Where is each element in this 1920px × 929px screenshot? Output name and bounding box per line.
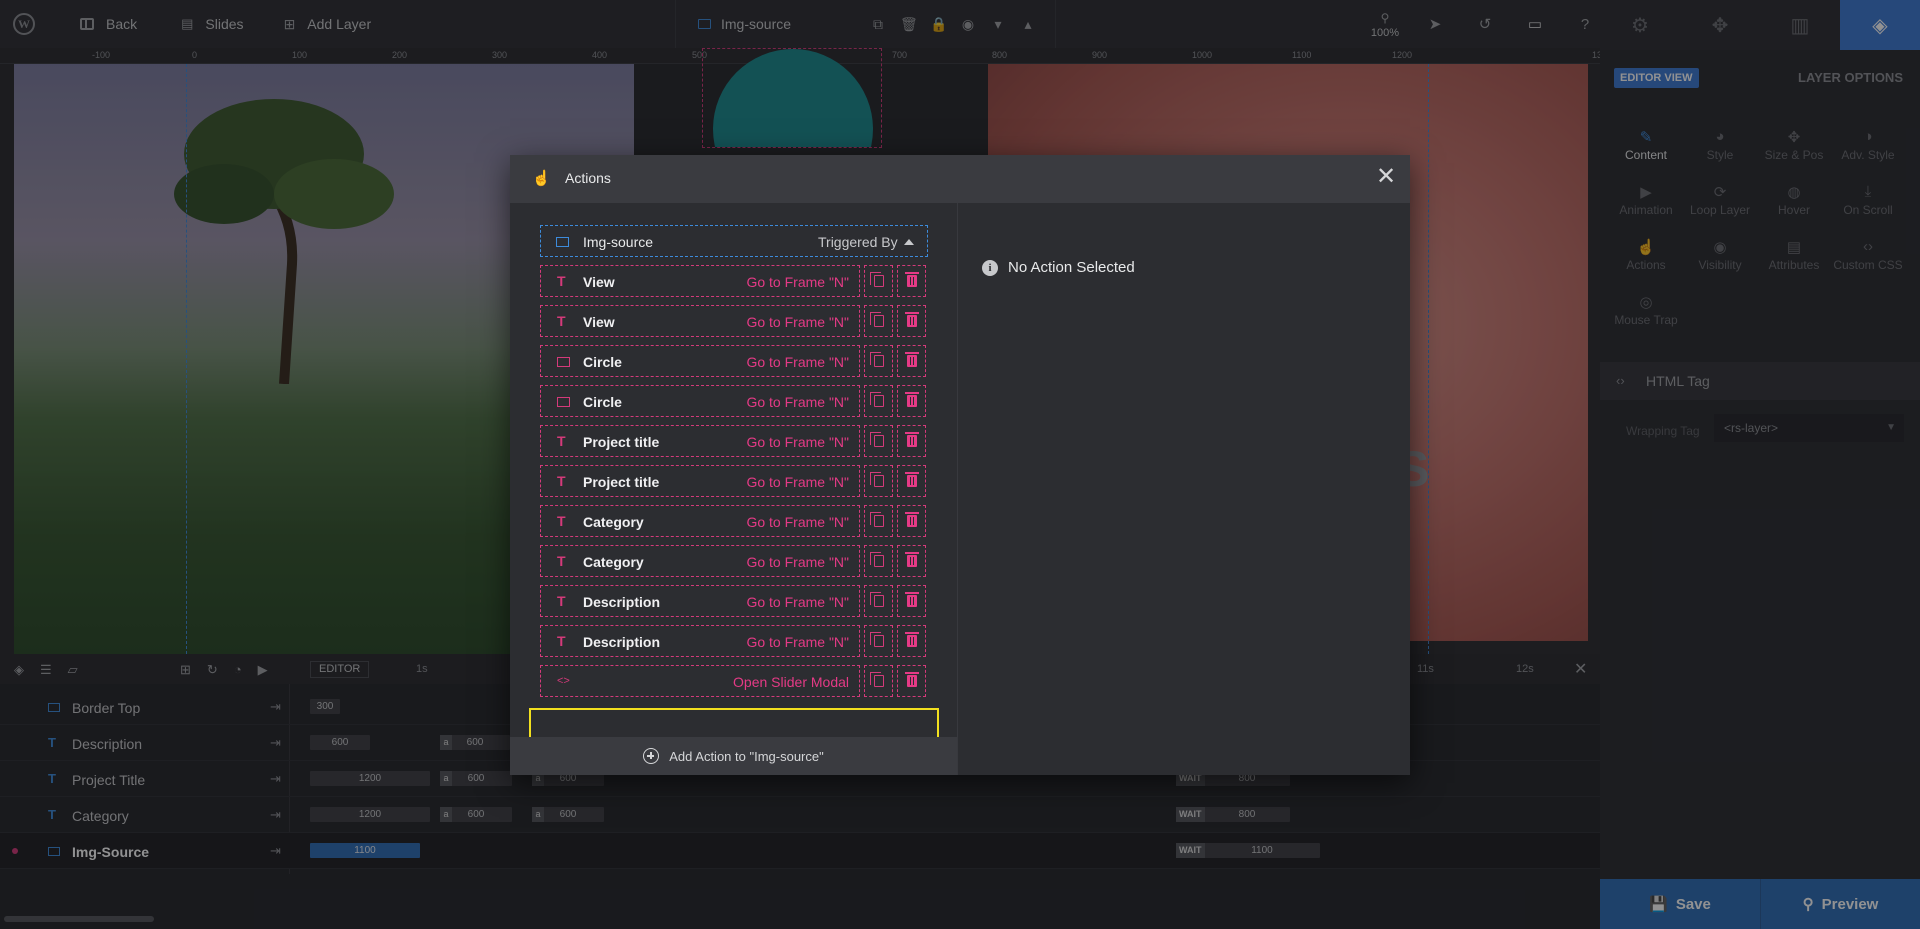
delete-action-button[interactable] (897, 385, 926, 417)
delete-action-button[interactable] (897, 425, 926, 457)
trash-icon (904, 632, 919, 647)
copy-icon (869, 312, 884, 327)
action-item[interactable]: Circle Go to Frame "N" (540, 385, 860, 417)
action-row[interactable]: Circle Go to Frame "N" (540, 345, 928, 377)
action-row[interactable]: T Project title Go to Frame "N" (540, 425, 928, 457)
copy-icon (869, 592, 884, 607)
duplicate-action-button[interactable] (864, 425, 893, 457)
text-layer-icon: T (557, 593, 566, 609)
delete-action-button[interactable] (897, 585, 926, 617)
trash-icon (904, 672, 919, 687)
no-action-message: i No Action Selected (982, 259, 1135, 276)
copy-icon (869, 352, 884, 367)
modal-title: Actions (565, 170, 611, 186)
modal-header: ☝ Actions ✕ (510, 155, 1410, 203)
duplicate-action-button[interactable] (864, 265, 893, 297)
text-layer-icon: T (557, 633, 566, 649)
delete-action-button[interactable] (897, 505, 926, 537)
close-icon[interactable]: ✕ (1376, 165, 1396, 189)
trigger-layer-row[interactable]: Img-source Triggered By (540, 225, 928, 257)
delete-action-button[interactable] (897, 665, 926, 697)
trash-icon (904, 552, 919, 567)
text-layer-icon: T (557, 433, 566, 449)
actions-modal: ☝ Actions ✕ Img-source Triggered By T Vie… (510, 155, 1410, 775)
shape-layer-icon (556, 237, 569, 247)
action-row[interactable]: <> Open Slider Modal (540, 665, 928, 697)
duplicate-action-button[interactable] (864, 585, 893, 617)
duplicate-action-button[interactable] (864, 505, 893, 537)
caret-up-icon (904, 239, 914, 245)
action-item[interactable]: T Category Go to Frame "N" (540, 545, 860, 577)
duplicate-action-button[interactable] (864, 345, 893, 377)
copy-icon (869, 392, 884, 407)
copy-icon (869, 632, 884, 647)
text-layer-icon: T (557, 273, 566, 289)
info-icon: i (982, 259, 998, 276)
copy-icon (869, 552, 884, 567)
text-layer-icon: T (557, 513, 566, 529)
duplicate-action-button[interactable] (864, 305, 893, 337)
trash-icon (904, 312, 919, 327)
copy-icon (869, 432, 884, 447)
duplicate-action-button[interactable] (864, 625, 893, 657)
copy-icon (869, 512, 884, 527)
action-item[interactable]: T View Go to Frame "N" (540, 265, 860, 297)
duplicate-action-button[interactable] (864, 665, 893, 697)
action-item[interactable]: Circle Go to Frame "N" (540, 345, 860, 377)
text-layer-icon: T (557, 313, 566, 329)
add-circle-icon (643, 748, 660, 764)
copy-icon (869, 472, 884, 487)
action-item[interactable]: T View Go to Frame "N" (540, 305, 860, 337)
duplicate-action-button[interactable] (864, 385, 893, 417)
trash-icon (904, 472, 919, 487)
action-row[interactable]: T Description Go to Frame "N" (540, 585, 928, 617)
add-action-button[interactable]: Add Action to "Img-source" (510, 737, 957, 775)
delete-action-button[interactable] (897, 625, 926, 657)
copy-icon (869, 272, 884, 287)
shape-layer-icon (557, 357, 570, 367)
action-item[interactable]: T Project title Go to Frame "N" (540, 425, 860, 457)
action-item[interactable]: T Description Go to Frame "N" (540, 585, 860, 617)
action-row[interactable]: T View Go to Frame "N" (540, 265, 928, 297)
trash-icon (904, 352, 919, 367)
delete-action-button[interactable] (897, 345, 926, 377)
text-layer-icon: T (557, 553, 566, 569)
duplicate-action-button[interactable] (864, 545, 893, 577)
action-item[interactable]: T Project title Go to Frame "N" (540, 465, 860, 497)
delete-action-button[interactable] (897, 545, 926, 577)
action-row[interactable]: Circle Go to Frame "N" (540, 385, 928, 417)
hand-pointer-icon: ☝ (532, 170, 551, 187)
action-item[interactable]: T Description Go to Frame "N" (540, 625, 860, 657)
actions-list-panel: Img-source Triggered By T View Go to Frame… (510, 203, 958, 775)
trash-icon (904, 512, 919, 527)
duplicate-action-button[interactable] (864, 465, 893, 497)
delete-action-button[interactable] (897, 465, 926, 497)
action-row[interactable]: T Category Go to Frame "N" (540, 505, 928, 537)
action-row[interactable]: T Description Go to Frame "N" (540, 625, 928, 657)
action-item[interactable]: T Category Go to Frame "N" (540, 505, 860, 537)
action-row[interactable]: T Category Go to Frame "N" (540, 545, 928, 577)
trash-icon (904, 272, 919, 287)
action-row[interactable]: T Project title Go to Frame "N" (540, 465, 928, 497)
action-row[interactable]: T View Go to Frame "N" (540, 305, 928, 337)
copy-icon (869, 672, 884, 687)
shape-layer-icon (557, 397, 570, 407)
trash-icon (904, 392, 919, 407)
code-icon: <> (557, 675, 570, 687)
delete-action-button[interactable] (897, 265, 926, 297)
text-layer-icon: T (557, 473, 566, 489)
trash-icon (904, 592, 919, 607)
action-item[interactable]: <> Open Slider Modal (540, 665, 860, 697)
trash-icon (904, 432, 919, 447)
delete-action-button[interactable] (897, 305, 926, 337)
